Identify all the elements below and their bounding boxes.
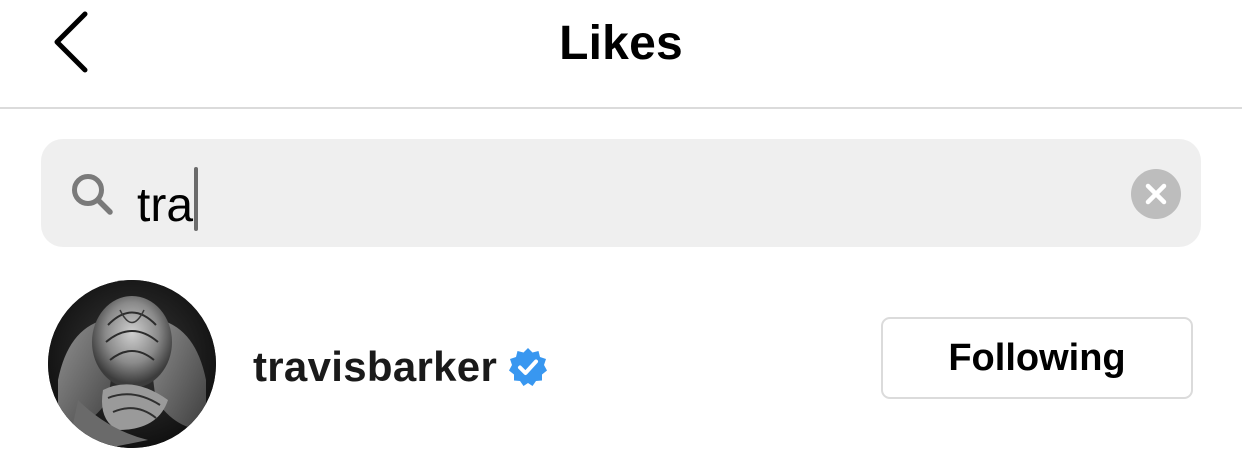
search-input[interactable]: tra [137, 167, 1087, 232]
search-input-value: tra [137, 179, 194, 232]
list-item[interactable]: travisbarker Following [0, 275, 1242, 455]
search-icon [72, 174, 113, 215]
page-title: Likes [559, 17, 683, 70]
text-cursor [194, 167, 199, 231]
clear-search-button[interactable] [1131, 169, 1181, 219]
search-bar[interactable]: tra [41, 139, 1201, 247]
avatar[interactable] [48, 280, 216, 448]
username-group[interactable]: travisbarker [253, 339, 549, 395]
username[interactable]: travisbarker [253, 341, 497, 393]
top-nav-bar: Likes [0, 0, 1242, 109]
verified-badge-icon [509, 348, 548, 386]
following-button[interactable]: Following [881, 317, 1193, 399]
clear-x-icon [1145, 183, 1167, 205]
avatar-image [48, 280, 216, 448]
